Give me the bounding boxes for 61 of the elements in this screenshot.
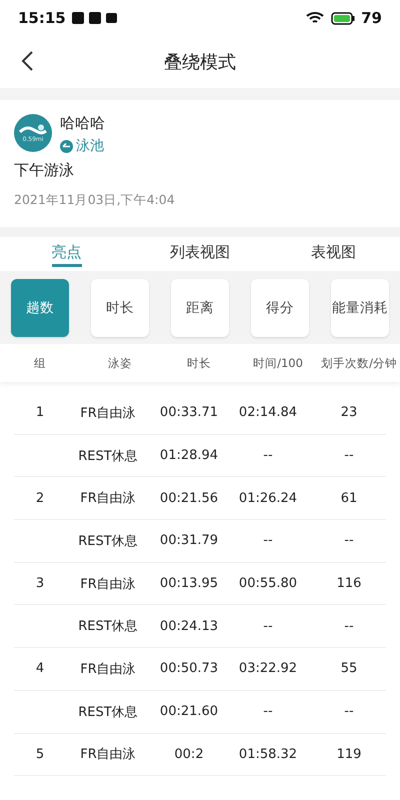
table-cell-text: 55 [340, 661, 358, 676]
table-cell-text: 3 [34, 576, 46, 592]
table-cell-text: FR自由泳 [79, 576, 137, 593]
table-cell-text: REST休息 [77, 704, 139, 721]
table-cell-text: -- [262, 533, 274, 548]
view-tab[interactable]: 表视图 [310, 237, 356, 262]
metric-button[interactable]: 能量消耗 [331, 278, 389, 336]
view-tab[interactable]: 列表视图 [170, 237, 230, 262]
table-cell-text: 2 [34, 490, 46, 506]
table-cell-text: 00:50.73 [158, 661, 220, 676]
table-cell-text: 01:26.24 [238, 490, 298, 506]
table-cell-text: 01:28.94 [158, 448, 220, 464]
table-cell-text: FR自由泳 [79, 660, 137, 678]
table-cell-text: 00:2 [173, 746, 205, 762]
table-cell-text: 00:33.71 [158, 405, 220, 420]
column-header: 时间/100 [252, 356, 304, 370]
table-cell-text: 03:22.92 [238, 661, 298, 676]
table-cell-text: FR自由泳 [79, 746, 137, 764]
table-cell-text: -- [343, 448, 355, 464]
column-header: 划手次数/分钟 [320, 356, 398, 370]
column-header: 组 [33, 356, 47, 370]
table-cell-text: 61 [340, 490, 358, 506]
table-cell-text: -- [343, 533, 355, 548]
activity-title: 下午游泳 [14, 161, 75, 180]
table-cell-text: REST休息 [77, 448, 139, 465]
metric-button[interactable]: 时长 [91, 278, 149, 336]
table-cell-text: REST休息 [77, 532, 139, 550]
battery-level: 79 [361, 9, 382, 27]
table-cell-text: -- [262, 704, 274, 720]
table-cell-text: 00:13.95 [158, 576, 220, 592]
view-tab[interactable]: 亮点 [52, 237, 82, 262]
table-cell-text: 00:24.13 [158, 618, 220, 634]
table-cell-text: 5 [34, 746, 46, 762]
metric-button[interactable]: 距离 [171, 278, 229, 336]
table-cell-text: 23 [340, 405, 358, 420]
user-name: 哈哈哈 [60, 114, 105, 133]
table-cell-text: 1 [34, 405, 46, 420]
status-time: 15:15 [18, 9, 66, 27]
column-header: 时长 [186, 356, 212, 370]
activity-date: 2021年11月03日,下午4:04 [14, 192, 176, 209]
location-label: 泳池 [76, 137, 104, 155]
table-cell-text: -- [262, 618, 274, 634]
table-cell-text: 02:14.84 [238, 405, 298, 420]
table-cell-text: 00:55.80 [238, 576, 298, 592]
table-cell-text: 116 [336, 576, 362, 592]
metric-button[interactable]: 趟数 [11, 278, 69, 336]
table-cell-text: FR自由泳 [79, 490, 137, 508]
table-cell-text: 4 [34, 661, 46, 676]
table-cell-text: 00:21.60 [158, 704, 220, 720]
page-title: 叠绕模式 [164, 51, 236, 74]
table-cell-text: 00:31.79 [158, 533, 220, 548]
table-cell-text: 119 [336, 746, 362, 762]
table-cell-text: -- [343, 704, 355, 720]
column-header: 泳姿 [107, 356, 133, 370]
table-cell-text: 01:58.32 [238, 746, 298, 762]
metric-button[interactable]: 得分 [251, 278, 309, 336]
table-cell-text: -- [262, 448, 274, 464]
table-cell-text: FR自由泳 [79, 404, 137, 422]
table-cell-text: 00:21.56 [158, 490, 220, 506]
table-cell-text: -- [343, 618, 355, 634]
table-cell-text: REST休息 [77, 618, 139, 636]
